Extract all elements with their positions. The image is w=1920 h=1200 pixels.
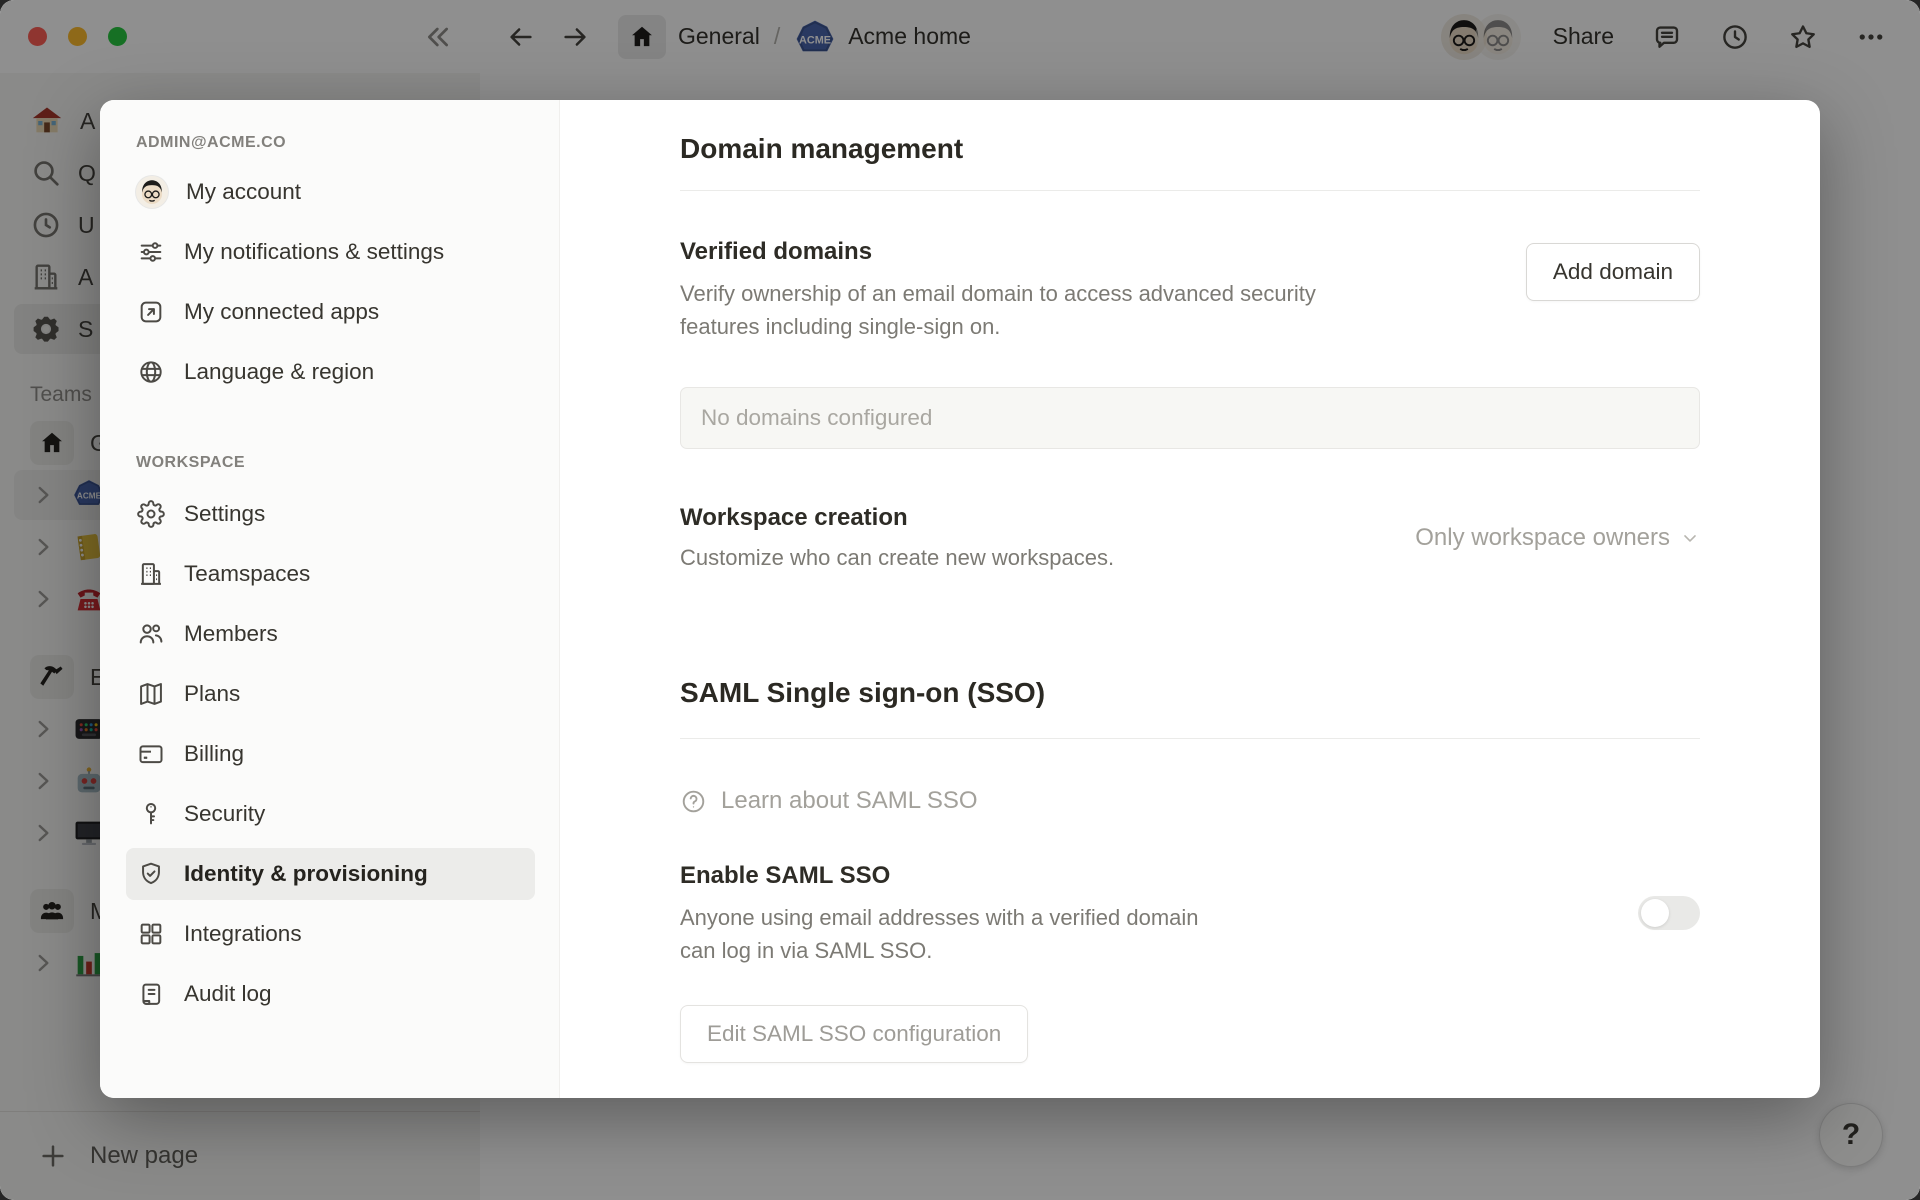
domains-empty-placeholder: No domains configured (701, 405, 932, 431)
workspace-creation-title: Workspace creation (680, 501, 1114, 535)
verified-domains-section: Verified domains Verify ownership of an … (680, 235, 1700, 343)
learn-saml-label: Learn about SAML SSO (721, 787, 978, 815)
saml-toggle[interactable] (1638, 896, 1700, 930)
enable-saml-section: Enable SAML SSO Anyone using email addre… (680, 859, 1700, 967)
nav-item-security[interactable]: Security (126, 788, 535, 840)
grid-icon (136, 919, 166, 949)
verified-domains-title: Verified domains (680, 235, 1370, 269)
nav-item-plans[interactable]: Plans (126, 668, 535, 720)
credit-card-icon (136, 739, 166, 769)
toggle-knob (1641, 899, 1669, 927)
domains-empty-state[interactable]: No domains configured (680, 387, 1700, 449)
user-avatar (136, 176, 168, 208)
nav-item-language-region[interactable]: Language & region (126, 346, 535, 398)
building-icon (136, 559, 166, 589)
chevron-down-icon (1680, 528, 1700, 548)
nav-item-members[interactable]: Members (126, 608, 535, 660)
nav-item-audit-log[interactable]: Audit log (126, 968, 535, 1020)
app-window: General / ACME Acme home Share (0, 0, 1920, 1200)
dropdown-selected-value: Only workspace owners (1415, 524, 1670, 552)
nav-item-integrations[interactable]: Integrations (126, 908, 535, 960)
map-icon (136, 679, 166, 709)
nav-item-notifications-settings[interactable]: My notifications & settings (126, 226, 535, 278)
learn-saml-link[interactable]: Learn about SAML SSO (680, 787, 1700, 815)
nav-item-my-account[interactable]: My account (126, 166, 535, 218)
nav-section-workspace: WORKSPACE (136, 454, 535, 474)
nav-item-teamspaces[interactable]: Teamspaces (126, 548, 535, 600)
key-icon (136, 799, 166, 829)
scroll-icon (136, 979, 166, 1009)
sliders-icon (136, 237, 166, 267)
workspace-creation-description: Customize who can create new workspaces. (680, 541, 1114, 574)
nav-item-billing[interactable]: Billing (126, 728, 535, 780)
settings-nav: ADMIN@ACME.CO My account My notification… (100, 100, 560, 1098)
settings-content: Domain management Verified domains Verif… (560, 100, 1820, 1098)
arrow-up-right-square-icon (136, 297, 166, 327)
edit-saml-config-button[interactable]: Edit SAML SSO configuration (680, 1005, 1028, 1063)
two-people-icon (136, 619, 166, 649)
gear-icon (136, 499, 166, 529)
nav-item-connected-apps[interactable]: My connected apps (126, 286, 535, 338)
add-domain-button[interactable]: Add domain (1526, 243, 1700, 301)
question-circle-icon (680, 788, 707, 815)
nav-item-identity-provisioning[interactable]: Identity & provisioning (126, 848, 535, 900)
divider (680, 190, 1700, 191)
shield-check-icon (136, 859, 166, 889)
page-title: Domain management (680, 128, 1700, 170)
enable-saml-title: Enable SAML SSO (680, 859, 1235, 893)
divider (680, 738, 1700, 739)
globe-icon (136, 357, 166, 387)
enable-saml-description: Anyone using email addresses with a veri… (680, 901, 1235, 967)
saml-title: SAML Single sign-on (SSO) (680, 672, 1700, 714)
workspace-creation-dropdown[interactable]: Only workspace owners (1415, 524, 1700, 552)
settings-modal: ADMIN@ACME.CO My account My notification… (100, 100, 1820, 1098)
nav-item-settings[interactable]: Settings (126, 488, 535, 540)
nav-section-account: ADMIN@ACME.CO (136, 134, 535, 154)
verified-domains-description: Verify ownership of an email domain to a… (680, 277, 1370, 343)
workspace-creation-section: Workspace creation Customize who can cre… (680, 501, 1700, 574)
